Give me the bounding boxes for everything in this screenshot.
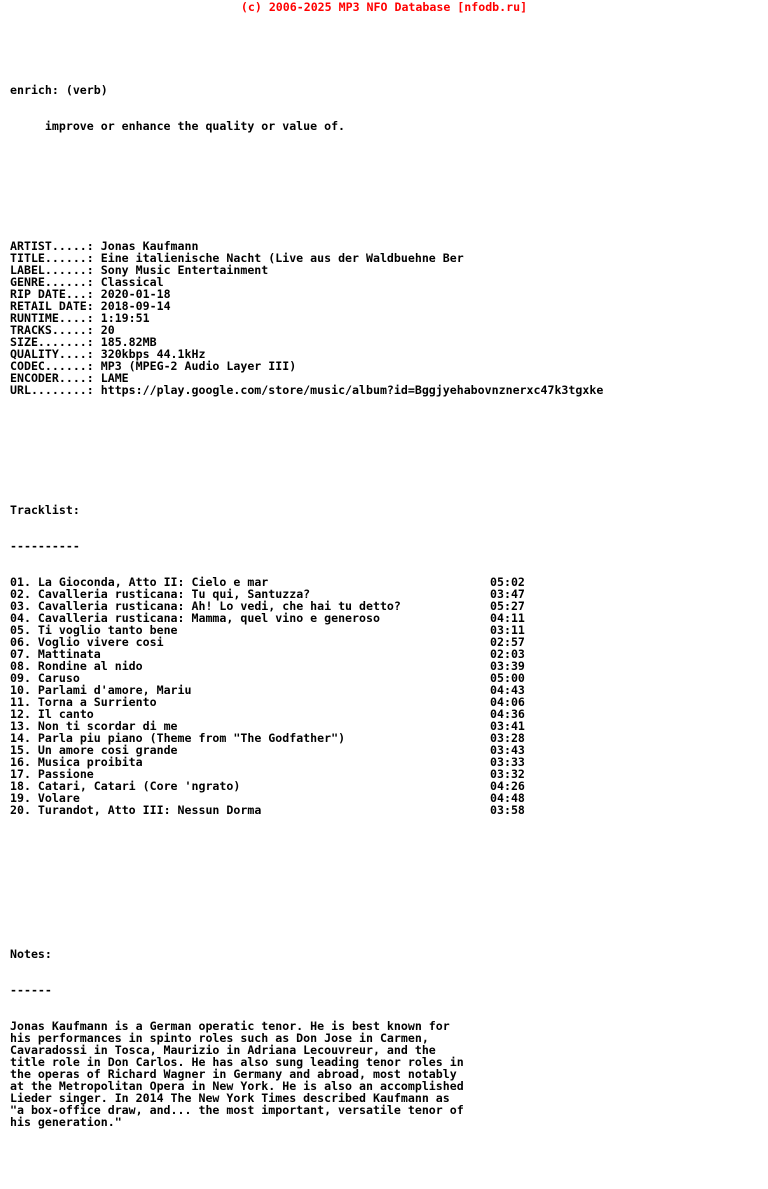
track-number: 20. (10, 803, 31, 817)
track-row: 20. Turandot, Atto III: Nessun Dorma 03:5… (10, 804, 550, 816)
track-duration: 03:41 (490, 719, 525, 733)
metadata-label: URL........: (10, 383, 94, 397)
release-metadata-section: ARTIST.....: Jonas Kaufmann TITLE......: … (10, 240, 603, 396)
metadata-row: URL........: https://play.google.com/sto… (10, 384, 603, 396)
notes-heading: Notes: (10, 947, 52, 961)
notes-line: title role in Don Carlos. He has also su… (10, 1055, 464, 1069)
notes-line: at the Metropolitan Opera in New York. H… (10, 1079, 464, 1093)
track-duration: 03:28 (490, 731, 525, 745)
track-title: Turandot, Atto III: Nessun Dorma (30, 803, 262, 817)
track-duration: 03:58 (490, 803, 525, 817)
nfo-body: enrich: (verb) improve or enhance the qu… (10, 24, 603, 1188)
word-of-the-day-section: enrich: (verb) improve or enhance the qu… (10, 60, 603, 156)
notes-line: "a box-office draw, and... the most impo… (10, 1103, 464, 1117)
tracklist-section: Tracklist: ---------- 01. La Gioconda, A… (10, 480, 603, 840)
tracklist-heading: Tracklist: (10, 503, 80, 517)
track-duration: 03:32 (490, 767, 525, 781)
metadata-value: https://play.google.com/store/music/albu… (93, 383, 604, 397)
track-duration: 04:26 (490, 779, 525, 793)
nfo-document: (c) 2006-2025 MP3 NFO Database [nfodb.ru… (0, 0, 768, 1128)
notes-line: Cavaradossi in Tosca, Maurizio in Adrian… (10, 1043, 436, 1057)
notes-line: his generation." (10, 1115, 122, 1129)
notes-body: Jonas Kaufmann is a German operatic teno… (10, 1020, 603, 1128)
word-term: enrich: (verb) (10, 83, 108, 97)
notes-separator: ------ (10, 983, 52, 997)
tracklist-separator: ---------- (10, 539, 80, 553)
track-duration: 04:48 (490, 791, 525, 805)
spacer-after-metadata (10, 432, 603, 444)
notes-section: Notes: ------ Jonas Kaufmann is a German… (10, 924, 603, 1152)
notes-line: his performances in spinto roles such as… (10, 1031, 429, 1045)
notes-line: Jonas Kaufmann is a German operatic teno… (10, 1019, 450, 1033)
notes-line: Lieder singer. In 2014 The New York Time… (10, 1091, 450, 1105)
track-row: 18. Catari, Catari (Core 'ngrato) 04:26 (10, 780, 550, 792)
track-row: 08. Rondine al nido 03:39 (10, 660, 550, 672)
site-copyright-header: (c) 2006-2025 MP3 NFO Database [nfodb.ru… (240, 0, 528, 14)
spacer-after-tracklist (10, 876, 603, 888)
track-duration: 03:33 (490, 755, 525, 769)
track-duration: 04:06 (490, 695, 525, 709)
track-duration: 03:43 (490, 743, 525, 757)
track-duration: 04:36 (490, 707, 525, 721)
notes-line: the operas of Richard Wagner in Germany … (10, 1067, 457, 1081)
tracklist-rows: 01. La Gioconda, Atto II: Cielo e mar 05:… (10, 576, 603, 816)
word-definition: improve or enhance the quality or value … (10, 119, 346, 133)
spacer-after-word (10, 192, 603, 204)
